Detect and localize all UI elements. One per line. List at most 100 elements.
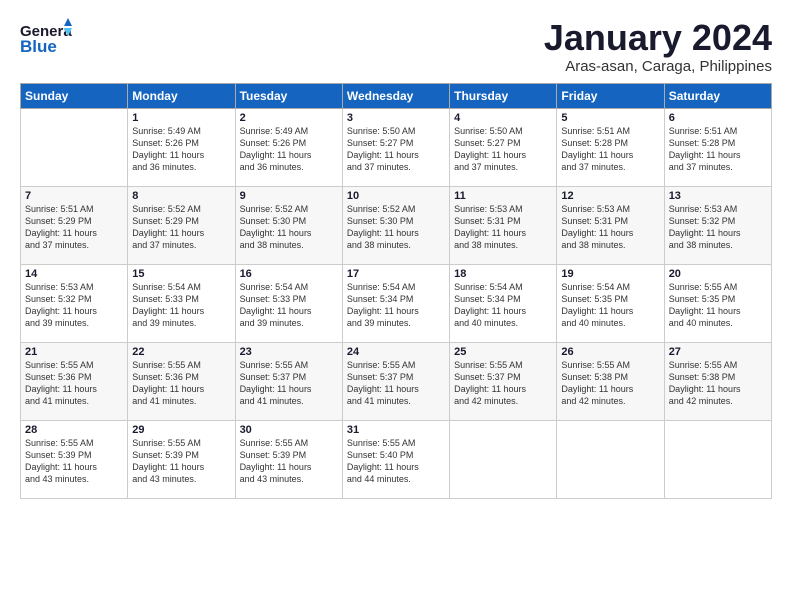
day-number: 21 <box>25 346 123 358</box>
day-number: 13 <box>669 190 767 202</box>
day-number: 24 <box>347 346 445 358</box>
day-info: Sunrise: 5:54 AM Sunset: 5:35 PM Dayligh… <box>561 281 659 330</box>
day-info: Sunrise: 5:50 AM Sunset: 5:27 PM Dayligh… <box>347 125 445 174</box>
calendar-week-row: 21Sunrise: 5:55 AM Sunset: 5:36 PM Dayli… <box>21 342 772 420</box>
day-info: Sunrise: 5:55 AM Sunset: 5:37 PM Dayligh… <box>240 359 338 408</box>
table-row: 23Sunrise: 5:55 AM Sunset: 5:37 PM Dayli… <box>235 342 342 420</box>
header: General Blue January 2024 Aras-asan, Car… <box>20 18 772 75</box>
day-info: Sunrise: 5:55 AM Sunset: 5:37 PM Dayligh… <box>454 359 552 408</box>
day-info: Sunrise: 5:53 AM Sunset: 5:32 PM Dayligh… <box>25 281 123 330</box>
table-row: 15Sunrise: 5:54 AM Sunset: 5:33 PM Dayli… <box>128 264 235 342</box>
day-number: 12 <box>561 190 659 202</box>
day-info: Sunrise: 5:51 AM Sunset: 5:28 PM Dayligh… <box>561 125 659 174</box>
day-number: 30 <box>240 424 338 436</box>
table-row: 9Sunrise: 5:52 AM Sunset: 5:30 PM Daylig… <box>235 186 342 264</box>
day-info: Sunrise: 5:53 AM Sunset: 5:32 PM Dayligh… <box>669 203 767 252</box>
table-row: 27Sunrise: 5:55 AM Sunset: 5:38 PM Dayli… <box>664 342 771 420</box>
day-number: 23 <box>240 346 338 358</box>
day-info: Sunrise: 5:52 AM Sunset: 5:30 PM Dayligh… <box>240 203 338 252</box>
calendar-subtitle: Aras-asan, Caraga, Philippines <box>544 58 772 75</box>
day-info: Sunrise: 5:51 AM Sunset: 5:28 PM Dayligh… <box>669 125 767 174</box>
logo: General Blue <box>20 18 72 58</box>
day-number: 31 <box>347 424 445 436</box>
col-monday: Monday <box>128 83 235 108</box>
day-number: 20 <box>669 268 767 280</box>
table-row: 4Sunrise: 5:50 AM Sunset: 5:27 PM Daylig… <box>450 108 557 186</box>
day-info: Sunrise: 5:55 AM Sunset: 5:39 PM Dayligh… <box>25 437 123 486</box>
col-wednesday: Wednesday <box>342 83 449 108</box>
table-row: 16Sunrise: 5:54 AM Sunset: 5:33 PM Dayli… <box>235 264 342 342</box>
day-info: Sunrise: 5:55 AM Sunset: 5:36 PM Dayligh… <box>132 359 230 408</box>
day-number: 9 <box>240 190 338 202</box>
table-row: 3Sunrise: 5:50 AM Sunset: 5:27 PM Daylig… <box>342 108 449 186</box>
col-friday: Friday <box>557 83 664 108</box>
table-row: 30Sunrise: 5:55 AM Sunset: 5:39 PM Dayli… <box>235 420 342 498</box>
calendar-week-row: 7Sunrise: 5:51 AM Sunset: 5:29 PM Daylig… <box>21 186 772 264</box>
col-saturday: Saturday <box>664 83 771 108</box>
table-row: 21Sunrise: 5:55 AM Sunset: 5:36 PM Dayli… <box>21 342 128 420</box>
day-info: Sunrise: 5:49 AM Sunset: 5:26 PM Dayligh… <box>132 125 230 174</box>
table-row: 6Sunrise: 5:51 AM Sunset: 5:28 PM Daylig… <box>664 108 771 186</box>
calendar-week-row: 1Sunrise: 5:49 AM Sunset: 5:26 PM Daylig… <box>21 108 772 186</box>
calendar-title: January 2024 <box>544 18 772 58</box>
table-row: 8Sunrise: 5:52 AM Sunset: 5:29 PM Daylig… <box>128 186 235 264</box>
table-row: 13Sunrise: 5:53 AM Sunset: 5:32 PM Dayli… <box>664 186 771 264</box>
calendar-header-row: Sunday Monday Tuesday Wednesday Thursday… <box>21 83 772 108</box>
day-number: 10 <box>347 190 445 202</box>
day-number: 15 <box>132 268 230 280</box>
calendar-page: General Blue January 2024 Aras-asan, Car… <box>0 0 792 612</box>
logo-icon: General Blue <box>20 18 72 58</box>
day-number: 18 <box>454 268 552 280</box>
title-block: January 2024 Aras-asan, Caraga, Philippi… <box>544 18 772 75</box>
day-number: 2 <box>240 112 338 124</box>
table-row: 1Sunrise: 5:49 AM Sunset: 5:26 PM Daylig… <box>128 108 235 186</box>
day-info: Sunrise: 5:54 AM Sunset: 5:33 PM Dayligh… <box>240 281 338 330</box>
day-number: 5 <box>561 112 659 124</box>
day-number: 28 <box>25 424 123 436</box>
table-row: 7Sunrise: 5:51 AM Sunset: 5:29 PM Daylig… <box>21 186 128 264</box>
table-row: 2Sunrise: 5:49 AM Sunset: 5:26 PM Daylig… <box>235 108 342 186</box>
day-number: 19 <box>561 268 659 280</box>
table-row: 14Sunrise: 5:53 AM Sunset: 5:32 PM Dayli… <box>21 264 128 342</box>
day-info: Sunrise: 5:55 AM Sunset: 5:37 PM Dayligh… <box>347 359 445 408</box>
day-info: Sunrise: 5:55 AM Sunset: 5:38 PM Dayligh… <box>561 359 659 408</box>
table-row: 29Sunrise: 5:55 AM Sunset: 5:39 PM Dayli… <box>128 420 235 498</box>
calendar-table: Sunday Monday Tuesday Wednesday Thursday… <box>20 83 772 499</box>
day-info: Sunrise: 5:55 AM Sunset: 5:39 PM Dayligh… <box>240 437 338 486</box>
day-number: 17 <box>347 268 445 280</box>
table-row: 5Sunrise: 5:51 AM Sunset: 5:28 PM Daylig… <box>557 108 664 186</box>
table-row: 28Sunrise: 5:55 AM Sunset: 5:39 PM Dayli… <box>21 420 128 498</box>
day-number: 22 <box>132 346 230 358</box>
calendar-week-row: 28Sunrise: 5:55 AM Sunset: 5:39 PM Dayli… <box>21 420 772 498</box>
table-row: 17Sunrise: 5:54 AM Sunset: 5:34 PM Dayli… <box>342 264 449 342</box>
day-number: 3 <box>347 112 445 124</box>
table-row: 10Sunrise: 5:52 AM Sunset: 5:30 PM Dayli… <box>342 186 449 264</box>
day-number: 11 <box>454 190 552 202</box>
table-row: 18Sunrise: 5:54 AM Sunset: 5:34 PM Dayli… <box>450 264 557 342</box>
table-row: 12Sunrise: 5:53 AM Sunset: 5:31 PM Dayli… <box>557 186 664 264</box>
day-info: Sunrise: 5:55 AM Sunset: 5:35 PM Dayligh… <box>669 281 767 330</box>
table-row: 31Sunrise: 5:55 AM Sunset: 5:40 PM Dayli… <box>342 420 449 498</box>
svg-text:Blue: Blue <box>20 37 57 56</box>
day-number: 7 <box>25 190 123 202</box>
day-number: 8 <box>132 190 230 202</box>
day-info: Sunrise: 5:52 AM Sunset: 5:29 PM Dayligh… <box>132 203 230 252</box>
day-info: Sunrise: 5:53 AM Sunset: 5:31 PM Dayligh… <box>454 203 552 252</box>
table-row <box>21 108 128 186</box>
table-row: 26Sunrise: 5:55 AM Sunset: 5:38 PM Dayli… <box>557 342 664 420</box>
day-info: Sunrise: 5:55 AM Sunset: 5:39 PM Dayligh… <box>132 437 230 486</box>
col-tuesday: Tuesday <box>235 83 342 108</box>
day-info: Sunrise: 5:53 AM Sunset: 5:31 PM Dayligh… <box>561 203 659 252</box>
table-row: 22Sunrise: 5:55 AM Sunset: 5:36 PM Dayli… <box>128 342 235 420</box>
day-number: 6 <box>669 112 767 124</box>
table-row <box>664 420 771 498</box>
col-thursday: Thursday <box>450 83 557 108</box>
day-info: Sunrise: 5:50 AM Sunset: 5:27 PM Dayligh… <box>454 125 552 174</box>
day-info: Sunrise: 5:55 AM Sunset: 5:40 PM Dayligh… <box>347 437 445 486</box>
table-row <box>450 420 557 498</box>
day-info: Sunrise: 5:54 AM Sunset: 5:34 PM Dayligh… <box>454 281 552 330</box>
table-row: 19Sunrise: 5:54 AM Sunset: 5:35 PM Dayli… <box>557 264 664 342</box>
table-row: 11Sunrise: 5:53 AM Sunset: 5:31 PM Dayli… <box>450 186 557 264</box>
day-number: 26 <box>561 346 659 358</box>
day-info: Sunrise: 5:55 AM Sunset: 5:36 PM Dayligh… <box>25 359 123 408</box>
